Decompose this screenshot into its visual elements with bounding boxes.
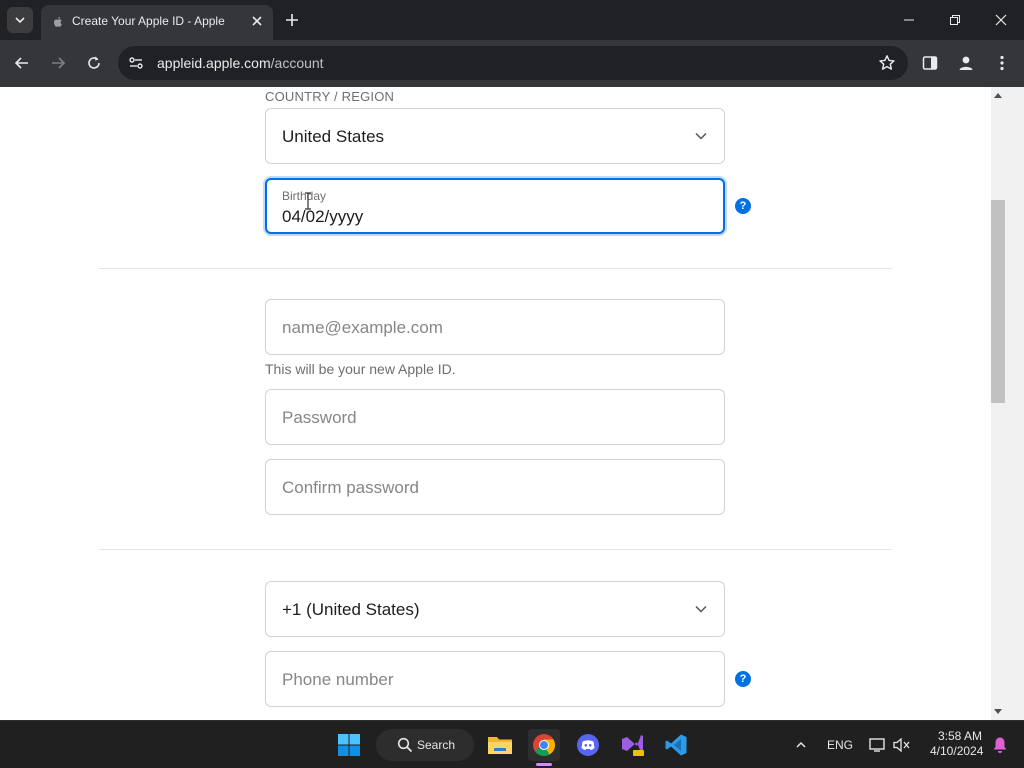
clock-time: 3:58 AM xyxy=(937,729,982,743)
chevron-down-icon xyxy=(695,605,707,613)
password-placeholder: Password xyxy=(282,408,357,427)
chevron-down-icon xyxy=(695,132,707,140)
page-scrollbar[interactable] xyxy=(991,87,1024,720)
page-content: COUNTRY / REGION United States Birthday … xyxy=(0,87,991,720)
visual-studio-icon xyxy=(622,735,644,756)
search-label: Search xyxy=(417,738,456,752)
country-select[interactable]: United States xyxy=(265,108,725,164)
close-icon[interactable] xyxy=(250,14,264,28)
taskbar-search-box[interactable]: Search xyxy=(376,729,474,761)
side-panel-icon xyxy=(922,56,938,70)
side-panel-button[interactable] xyxy=(920,53,940,73)
window-close-button[interactable] xyxy=(978,0,1024,40)
bell-icon xyxy=(993,737,1007,753)
chrome-icon xyxy=(533,734,555,756)
windows-logo-icon xyxy=(338,734,360,756)
back-button[interactable] xyxy=(12,53,32,73)
vscode-icon xyxy=(665,734,687,756)
url-path: /account xyxy=(270,55,324,71)
speaker-muted-icon xyxy=(893,737,910,753)
tab-title: Create Your Apple ID - Apple xyxy=(72,14,225,28)
reload-button[interactable] xyxy=(84,53,104,73)
clock[interactable]: 3:58 AM 4/10/2024 xyxy=(930,729,984,759)
site-settings-icon[interactable] xyxy=(127,54,145,72)
folder-icon xyxy=(488,737,512,754)
active-app-indicator xyxy=(536,763,552,766)
browser-menu-button[interactable] xyxy=(992,53,1012,73)
chrome-taskbar-icon[interactable] xyxy=(528,729,560,761)
close-icon xyxy=(995,14,1007,26)
phone-help-icon[interactable]: ? xyxy=(735,671,751,687)
phone-number-field[interactable]: Phone number xyxy=(265,651,725,707)
profile-button[interactable] xyxy=(956,53,976,73)
minimize-button[interactable] xyxy=(886,0,932,40)
clock-date: 4/10/2024 xyxy=(930,744,984,758)
visual-studio-preview-taskbar-icon[interactable] xyxy=(616,729,648,761)
scroll-down-arrow-icon[interactable] xyxy=(994,707,1002,715)
search-icon xyxy=(397,737,413,753)
volume-status-button[interactable] xyxy=(886,729,918,761)
birthday-input-value: 04/02/yyyy xyxy=(282,207,364,226)
apple-logo-icon xyxy=(53,16,62,27)
start-button[interactable] xyxy=(333,729,365,761)
restore-button[interactable] xyxy=(932,0,978,40)
chevron-down-icon xyxy=(15,17,25,24)
phone-country-select[interactable]: +1 (United States) xyxy=(265,581,725,637)
url-host: appleid.apple.com xyxy=(157,55,271,71)
confirm-password-placeholder: Confirm password xyxy=(282,478,419,497)
address-bar[interactable]: appleid.apple.com/account xyxy=(118,46,908,80)
discord-taskbar-icon[interactable] xyxy=(572,729,604,761)
country-select-value: United States xyxy=(282,127,385,146)
scrollbar-thumb[interactable] xyxy=(991,200,1005,403)
language-indicator[interactable]: ENG xyxy=(827,738,853,752)
phone-number-placeholder: Phone number xyxy=(282,670,394,689)
new-tab-plus-icon[interactable] xyxy=(283,11,301,29)
browser-tab-active[interactable]: Create Your Apple ID - Apple xyxy=(41,5,273,40)
file-explorer-taskbar-icon[interactable] xyxy=(484,729,516,761)
section-divider xyxy=(99,268,892,269)
forward-button[interactable] xyxy=(48,53,68,73)
arrow-right-icon xyxy=(52,57,66,69)
arrow-left-icon xyxy=(14,57,28,69)
birthday-help-icon[interactable]: ? xyxy=(735,198,751,214)
profile-icon xyxy=(959,56,973,70)
chevron-up-icon xyxy=(796,741,806,748)
tab-search-button[interactable] xyxy=(7,7,33,33)
country-region-label: COUNTRY / REGION xyxy=(265,89,395,104)
browser-tab-bar: Create Your Apple ID - Apple xyxy=(0,0,1024,40)
tray-overflow-button[interactable] xyxy=(785,729,817,761)
birthday-field[interactable]: Birthday 04/02/yyyy xyxy=(265,178,725,234)
notifications-button[interactable] xyxy=(984,729,1016,761)
bookmark-star-icon[interactable] xyxy=(878,54,896,72)
text-cursor-icon xyxy=(305,192,311,210)
network-icon xyxy=(869,738,885,752)
windows-taskbar: Search ENG 3:58 AM 4/10/2024 xyxy=(0,720,1024,768)
confirm-password-field[interactable]: Confirm password xyxy=(265,459,725,515)
reload-icon xyxy=(88,56,100,69)
scroll-up-arrow-icon[interactable] xyxy=(994,92,1002,100)
email-placeholder: name@example.com xyxy=(282,318,443,337)
more-vertical-icon xyxy=(1000,55,1004,71)
email-helper-text: This will be your new Apple ID. xyxy=(265,361,456,377)
vscode-taskbar-icon[interactable] xyxy=(660,729,692,761)
password-field[interactable]: Password xyxy=(265,389,725,445)
browser-toolbar: appleid.apple.com/account xyxy=(0,40,1024,87)
minimize-icon xyxy=(904,19,914,21)
section-divider xyxy=(99,549,892,550)
email-field[interactable]: name@example.com xyxy=(265,299,725,355)
url-text: appleid.apple.com/account xyxy=(157,55,324,71)
phone-country-value: +1 (United States) xyxy=(282,600,420,619)
restore-icon xyxy=(950,15,960,25)
discord-icon xyxy=(577,734,599,756)
